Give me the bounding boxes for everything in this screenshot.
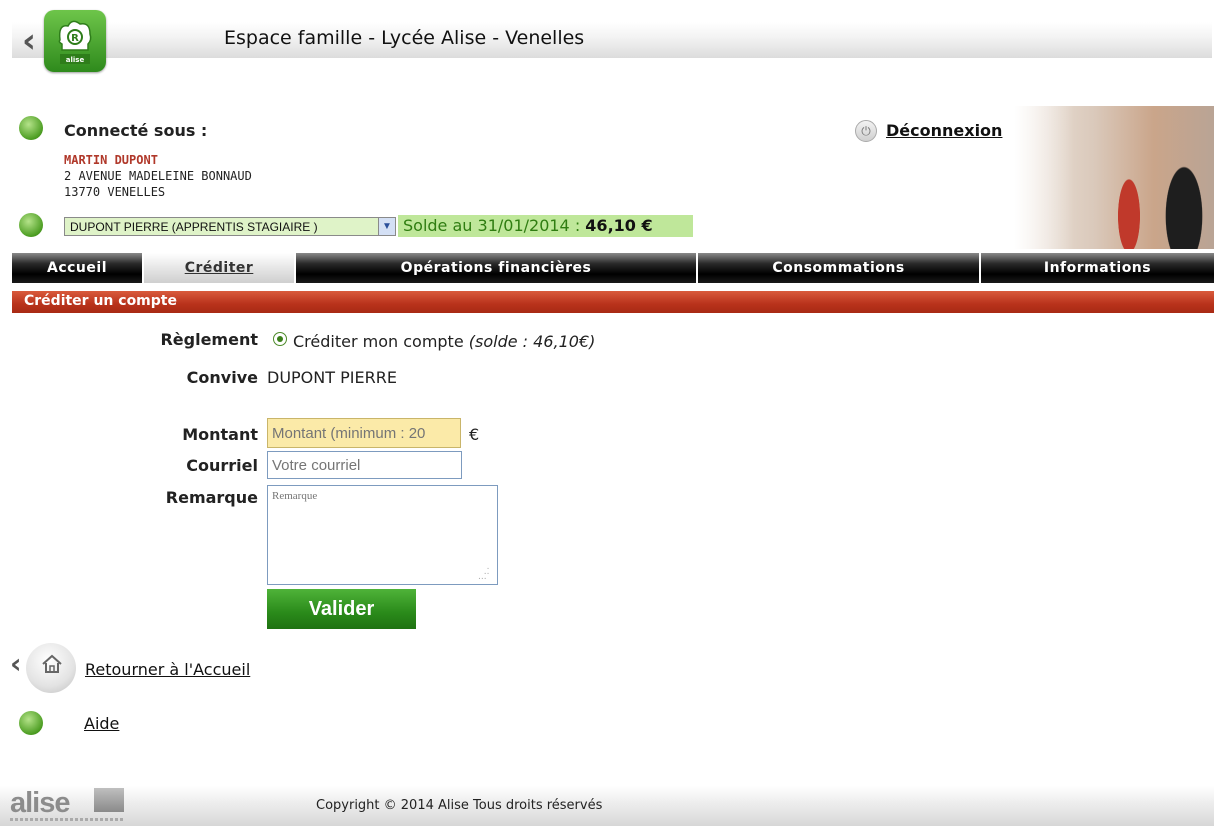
- nav-consommations[interactable]: Consommations: [698, 253, 981, 283]
- photo-fade: [1014, 106, 1074, 249]
- main-nav: Accueil Créditer Opérations financières …: [12, 253, 1214, 283]
- remarque-label: Remarque: [165, 488, 258, 507]
- courriel-input[interactable]: [267, 451, 462, 479]
- reglement-label: Règlement: [160, 330, 258, 349]
- reglement-hint: (solde : 46,10€): [468, 332, 596, 351]
- svg-text:alise: alise: [66, 56, 85, 64]
- nav-operations-financieres[interactable]: Opérations financières: [296, 253, 698, 283]
- footer-logo-tagline: [10, 818, 125, 821]
- user-address-line1: 2 AVENUE MADELEINE BONNAUD: [64, 169, 252, 183]
- nav-accueil[interactable]: Accueil: [12, 253, 144, 283]
- alise-app-logo: R alise: [44, 10, 106, 72]
- currency-symbol: €: [469, 425, 480, 444]
- user-name: MARTIN DUPONT: [64, 153, 158, 167]
- convive-value: DUPONT PIERRE: [267, 368, 397, 387]
- montant-input[interactable]: [267, 418, 461, 448]
- home-icon[interactable]: [40, 652, 64, 676]
- dropdown-arrow-icon[interactable]: ▼: [378, 218, 395, 235]
- power-icon[interactable]: ⏻: [855, 120, 877, 142]
- reglement-radio[interactable]: [273, 332, 287, 346]
- user-icon: [19, 116, 43, 140]
- montant-label: Montant: [182, 425, 258, 444]
- balance-badge: Solde au 31/01/2014 : 46,10 €: [398, 215, 693, 237]
- nav-informations[interactable]: Informations: [981, 253, 1214, 283]
- nav-crediter[interactable]: Créditer: [144, 253, 296, 283]
- footer-logo: alise: [10, 787, 70, 819]
- balance-amount: 46,10 €: [585, 216, 653, 235]
- reglement-option-text: Créditer mon compte (solde : 46,10€): [293, 332, 595, 351]
- reglement-option: Créditer mon compte: [293, 332, 464, 351]
- courriel-label: Courriel: [186, 456, 258, 475]
- resize-grip-icon[interactable]: . .....: [478, 563, 492, 582]
- header-bar: [12, 22, 1212, 58]
- copyright-text: Copyright © 2014 Alise Tous droits réser…: [316, 798, 603, 813]
- balance-label: Solde au 31/01/2014 :: [403, 216, 586, 235]
- convive-label: Convive: [186, 368, 258, 387]
- home-link[interactable]: Retourner à l'Accueil: [85, 660, 250, 679]
- convive-select-value: DUPONT PIERRE (APPRENTIS STAGIAIRE ): [70, 220, 318, 234]
- convive-select[interactable]: DUPONT PIERRE (APPRENTIS STAGIAIRE ) ▼: [64, 217, 396, 236]
- valider-button[interactable]: Valider: [267, 589, 416, 629]
- footer-logo-mark-icon: [94, 788, 124, 812]
- help-link[interactable]: Aide: [84, 714, 119, 733]
- footer-bar: [0, 786, 1214, 826]
- switch-user-icon: [19, 213, 43, 237]
- user-address-line2: 13770 VENELLES: [64, 185, 166, 199]
- info-icon: [19, 711, 43, 735]
- svg-text:R: R: [71, 33, 79, 44]
- back-chevron-icon[interactable]: ‹: [10, 650, 22, 678]
- section-title: Créditer un compte: [12, 291, 1214, 313]
- remarque-textarea[interactable]: [267, 485, 498, 585]
- connected-label: Connecté sous :: [64, 121, 208, 140]
- chef-hat-icon: R alise: [58, 20, 92, 64]
- logout-link[interactable]: Déconnexion: [886, 121, 1002, 140]
- back-chevron-icon[interactable]: ‹: [22, 24, 36, 58]
- page-title: Espace famille - Lycée Alise - Venelles: [224, 27, 585, 49]
